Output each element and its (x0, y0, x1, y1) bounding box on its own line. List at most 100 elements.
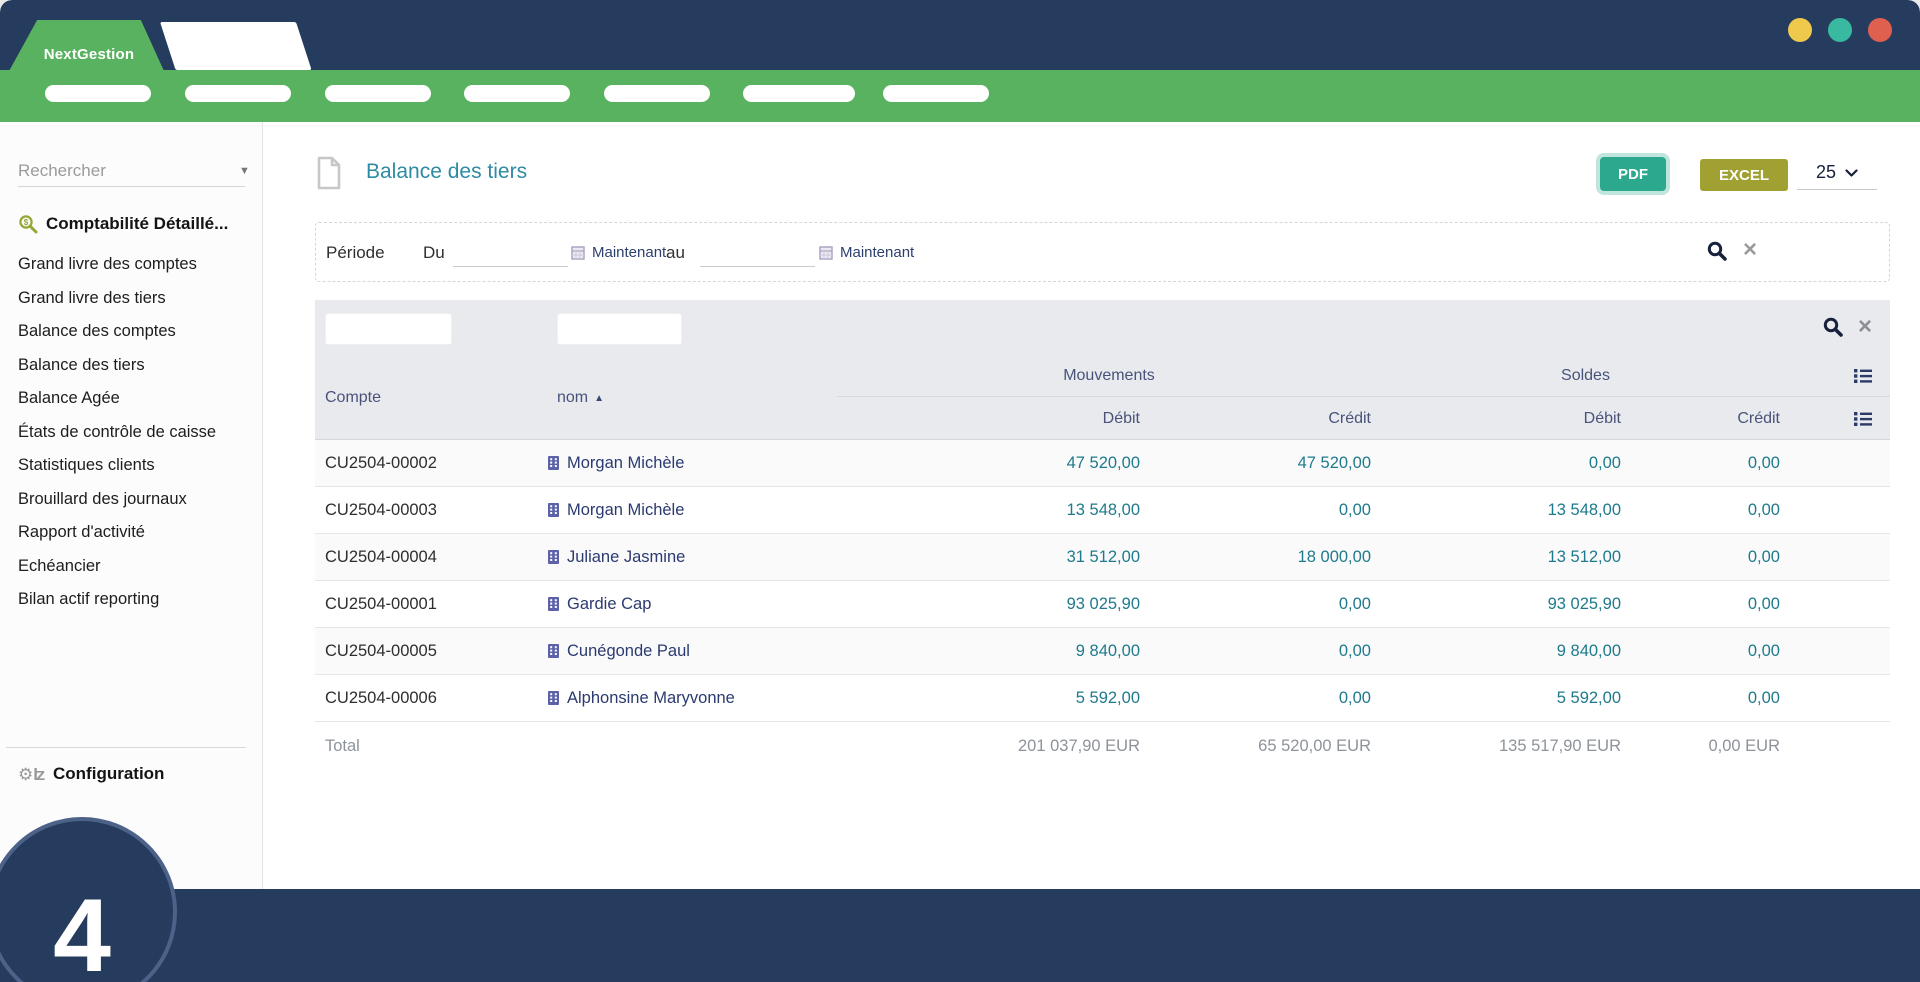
page-size-select[interactable]: 25 (1797, 156, 1877, 190)
nav-pill-1[interactable] (45, 85, 151, 102)
mv-credit-value[interactable]: 0,00 (1150, 487, 1381, 533)
now-link-to[interactable]: Maintenant (840, 244, 914, 261)
group-header-mouvements: Mouvements (1063, 367, 1155, 384)
table-row: CU2504-00005 Cunégonde Paul 9 840,00 0,0… (315, 628, 1890, 675)
group-header-row: Mouvements Soldes (315, 356, 1890, 396)
s-debit-value[interactable]: 0,00 (1381, 440, 1631, 486)
nav-pill-6[interactable] (743, 85, 855, 102)
sidebar-item-rapport-activite[interactable]: Rapport d'activité (0, 516, 263, 550)
column-header-mv-credit[interactable]: Crédit (1150, 396, 1381, 440)
mv-debit-value[interactable]: 47 520,00 (837, 440, 1150, 486)
third-party-link[interactable]: Juliane Jasmine (547, 534, 837, 580)
third-party-link[interactable]: Alphonsine Maryvonne (547, 675, 837, 721)
sidebar-item-statistiques-clients[interactable]: Statistiques clients (0, 449, 263, 483)
third-party-link[interactable]: Gardie Cap (547, 581, 837, 627)
mv-credit-value[interactable]: 47 520,00 (1150, 440, 1381, 486)
excel-export-button[interactable]: EXCEL (1700, 159, 1788, 191)
account-code: CU2504-00005 (325, 641, 437, 660)
window-dot-teal[interactable] (1828, 18, 1852, 42)
column-header-mv-debit[interactable]: Débit (837, 396, 1150, 440)
chevron-down-icon[interactable]: ▼ (239, 165, 254, 177)
sidebar-item-brouillard-journaux[interactable]: Brouillard des journaux (0, 483, 263, 517)
window-dot-yellow[interactable] (1788, 18, 1812, 42)
sidebar-item-grand-livre-tiers[interactable]: Grand livre des tiers (0, 282, 263, 316)
s-credit-value[interactable]: 0,00 (1631, 487, 1790, 533)
calendar-icon[interactable] (571, 246, 585, 260)
table-clear-button[interactable]: × (1858, 315, 1872, 339)
sidebar-item-balance-comptes[interactable]: Balance des comptes (0, 315, 263, 349)
page-title[interactable]: Balance des tiers (366, 160, 527, 184)
s-debit-value[interactable]: 13 512,00 (1381, 534, 1631, 580)
period-clear-button[interactable]: × (1743, 238, 1757, 262)
pdf-export-button[interactable]: PDF (1600, 157, 1666, 191)
s-credit-value[interactable]: 0,00 (1631, 675, 1790, 721)
sidebar-item-bilan-actif-reporting[interactable]: Bilan actif reporting (0, 583, 263, 617)
building-icon (548, 456, 559, 470)
nav-pill-4[interactable] (464, 85, 570, 102)
window-dot-red[interactable] (1868, 18, 1892, 42)
s-debit-value[interactable]: 93 025,90 (1381, 581, 1631, 627)
sidebar-item-balance-agee[interactable]: Balance Agée (0, 382, 263, 416)
secondary-tab[interactable] (160, 22, 312, 70)
mv-debit-value[interactable]: 13 548,00 (837, 487, 1150, 533)
period-search-button[interactable] (1706, 240, 1728, 262)
s-debit-value[interactable]: 5 592,00 (1381, 675, 1631, 721)
svg-text:$: $ (24, 218, 29, 227)
mv-credit-value[interactable]: 0,00 (1150, 675, 1381, 721)
nav-pill-3[interactable] (325, 85, 431, 102)
mv-debit-value[interactable]: 93 025,90 (837, 581, 1150, 627)
period-filter-box: Période Du Maintenant au Maintenant × (315, 222, 1890, 282)
search-dollar-icon: $ (18, 214, 38, 234)
building-icon (548, 550, 559, 564)
filter-nom-input[interactable] (557, 313, 682, 345)
sidebar-item-configuration[interactable]: ⚙ʫ Configuration (18, 764, 164, 784)
nav-pill-2[interactable] (185, 85, 291, 102)
s-credit-value[interactable]: 0,00 (1631, 440, 1790, 486)
third-party-link[interactable]: Cunégonde Paul (547, 628, 837, 674)
third-party-link[interactable]: Morgan Michèle (547, 487, 837, 533)
period-label: Période (326, 243, 385, 262)
table-search-button[interactable] (1822, 316, 1844, 338)
mv-debit-value[interactable]: 5 592,00 (837, 675, 1150, 721)
date-to-input[interactable] (700, 241, 815, 267)
table-body: CU2504-00002 Morgan Michèle 47 520,00 47… (315, 440, 1890, 770)
filter-compte-input[interactable] (325, 313, 452, 345)
mv-debit-value[interactable]: 31 512,00 (837, 534, 1150, 580)
s-credit-value[interactable]: 0,00 (1631, 581, 1790, 627)
column-header-s-credit[interactable]: Crédit (1631, 396, 1790, 440)
column-settings-button[interactable] (1790, 356, 1890, 396)
s-debit-value[interactable]: 9 840,00 (1381, 628, 1631, 674)
sidebar-section-header: $ Comptabilité Détaillé... (18, 214, 228, 234)
brand-logo: NextGestion (43, 46, 135, 63)
group-header-soldes: Soldes (1561, 367, 1610, 384)
now-link-from[interactable]: Maintenant (592, 244, 666, 261)
search-input[interactable] (18, 160, 239, 181)
chevron-down-icon (1845, 168, 1858, 177)
date-from-input[interactable] (453, 241, 568, 267)
title-bar: NextGestion (0, 0, 1920, 70)
building-icon (548, 644, 559, 658)
sidebar-item-balance-tiers[interactable]: Balance des tiers (0, 349, 263, 383)
account-code: CU2504-00006 (325, 688, 437, 707)
sidebar-item-etats-controle-caisse[interactable]: États de contrôle de caisse (0, 416, 263, 450)
mv-credit-value[interactable]: 0,00 (1150, 628, 1381, 674)
column-settings-button[interactable] (1790, 396, 1890, 440)
nav-pill-7[interactable] (883, 85, 989, 102)
sidebar-item-grand-livre-comptes[interactable]: Grand livre des comptes (0, 248, 263, 282)
calendar-icon[interactable] (819, 246, 833, 260)
building-icon (548, 597, 559, 611)
s-credit-value[interactable]: 0,00 (1631, 628, 1790, 674)
third-party-link[interactable]: Morgan Michèle (547, 440, 837, 486)
brand-tab[interactable]: NextGestion (9, 20, 164, 70)
mv-credit-value[interactable]: 18 000,00 (1150, 534, 1381, 580)
building-icon (548, 503, 559, 517)
mv-debit-value[interactable]: 9 840,00 (837, 628, 1150, 674)
sidebar-search[interactable]: ▼ (18, 155, 250, 187)
column-header-s-debit[interactable]: Débit (1381, 396, 1631, 440)
nav-pill-5[interactable] (604, 85, 710, 102)
s-credit-value[interactable]: 0,00 (1631, 534, 1790, 580)
total-mv-debit: 201 037,90 EUR (1017, 736, 1140, 755)
sidebar-item-echeancier[interactable]: Echéancier (0, 550, 263, 584)
mv-credit-value[interactable]: 0,00 (1150, 581, 1381, 627)
s-debit-value[interactable]: 13 548,00 (1381, 487, 1631, 533)
